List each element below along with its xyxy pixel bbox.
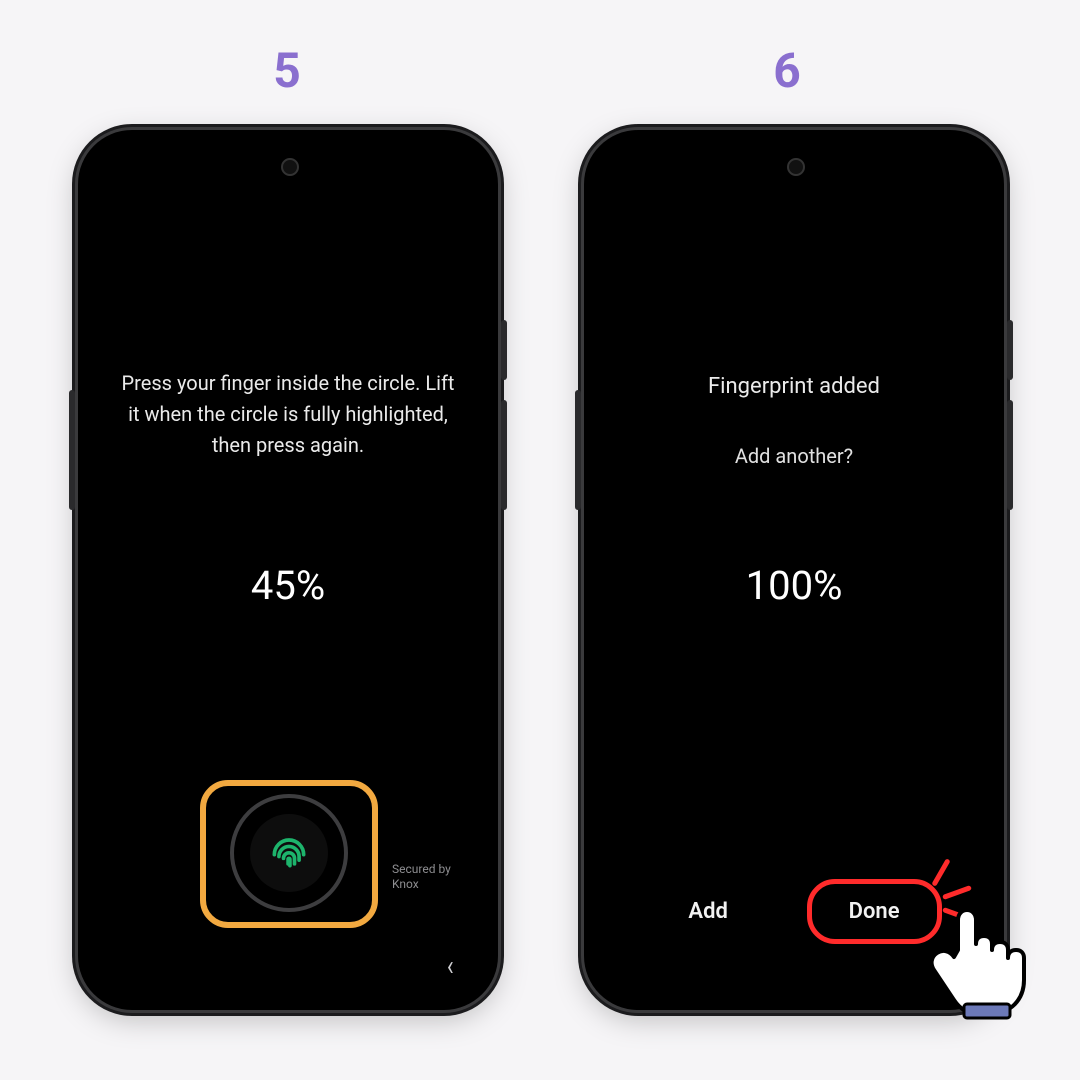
volume-up-button bbox=[1007, 320, 1013, 380]
volume-down-button bbox=[1007, 400, 1013, 510]
volume-down-button bbox=[501, 400, 507, 510]
phone-step-5: Press your finger inside the circle. Lif… bbox=[78, 130, 498, 1010]
fingerprint-icon bbox=[267, 829, 311, 877]
nav-back-icon[interactable]: ‹ bbox=[446, 949, 453, 982]
progress-percent: 45% bbox=[92, 562, 484, 609]
fingerprint-sensor[interactable] bbox=[250, 814, 328, 892]
add-another-subtitle: Add another? bbox=[598, 444, 990, 468]
front-camera-icon bbox=[787, 158, 805, 176]
progress-percent: 100% bbox=[598, 562, 990, 609]
step-number-6: 6 bbox=[762, 42, 812, 99]
power-button bbox=[575, 390, 581, 510]
fingerprint-added-title: Fingerprint added bbox=[598, 374, 990, 399]
secured-by-knox-label: Secured by Knox bbox=[392, 862, 466, 892]
phone5-screen: Press your finger inside the circle. Lif… bbox=[92, 144, 484, 996]
front-camera-icon bbox=[281, 158, 299, 176]
add-button[interactable]: Add bbox=[660, 887, 755, 936]
fingerprint-instruction-text: Press your finger inside the circle. Lif… bbox=[120, 368, 456, 461]
nav-back-icon[interactable]: ‹ bbox=[952, 949, 959, 982]
volume-up-button bbox=[501, 320, 507, 380]
step-number-5: 5 bbox=[262, 42, 312, 99]
power-button bbox=[69, 390, 75, 510]
tap-flare-icon bbox=[892, 868, 972, 938]
